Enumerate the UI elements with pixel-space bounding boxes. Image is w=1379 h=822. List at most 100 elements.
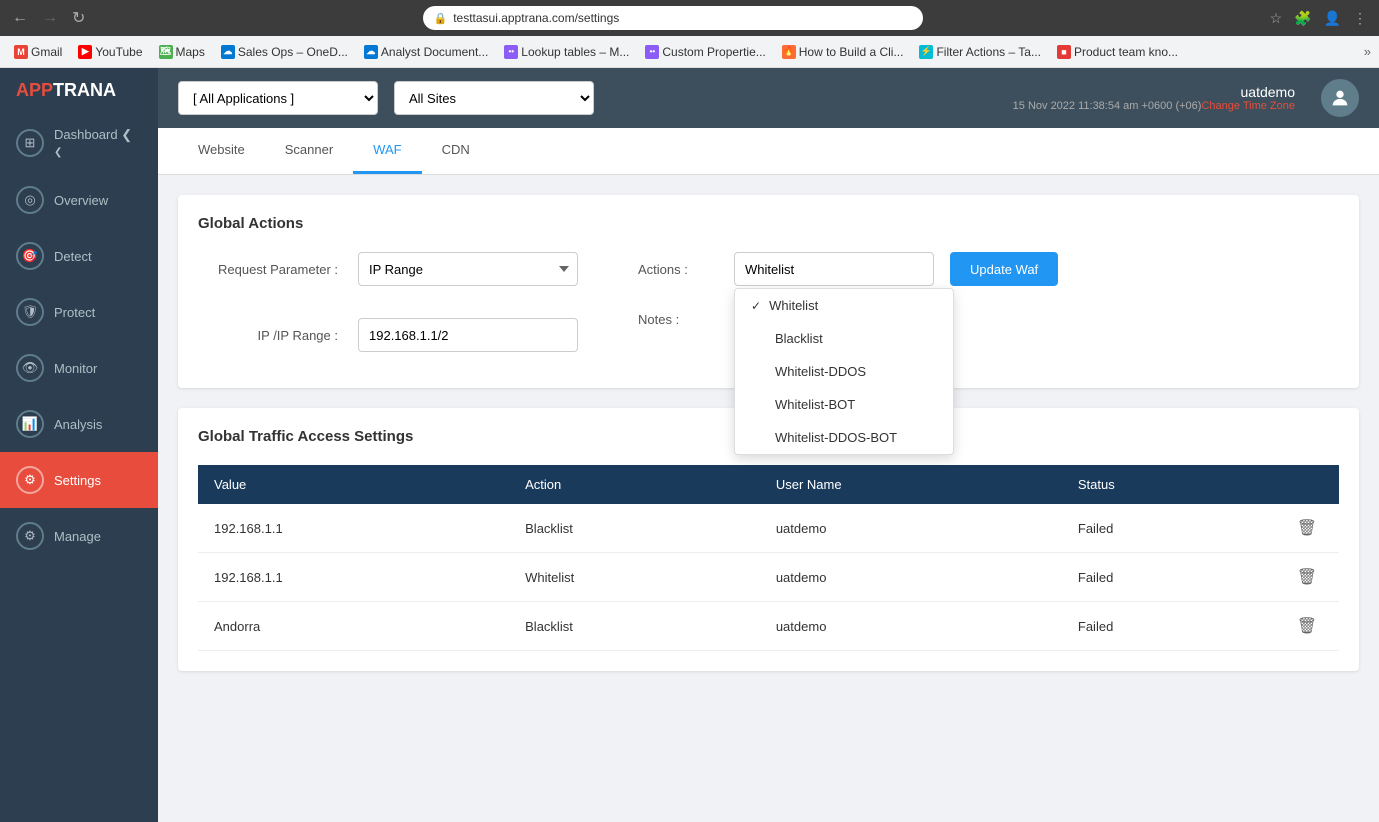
menu-icon[interactable]: ⋮ bbox=[1349, 8, 1371, 29]
sidebar-item-dashboard[interactable]: ⊞ Dashboard ❮ bbox=[0, 113, 158, 172]
col-actions-header bbox=[1275, 465, 1339, 504]
request-param-select[interactable]: IP Range Country URL bbox=[358, 252, 578, 286]
bookmark-custom[interactable]: •• Custom Propertie... bbox=[639, 43, 771, 61]
bookmark-maps[interactable]: 🗺 Maps bbox=[153, 43, 211, 61]
actions-select-wrap: ✓ Whitelist Blacklist bbox=[734, 252, 934, 286]
site-select[interactable]: All Sites bbox=[394, 81, 594, 115]
detect-label: Detect bbox=[54, 249, 92, 264]
tab-scanner[interactable]: Scanner bbox=[265, 128, 353, 174]
global-actions-title: Global Actions bbox=[198, 215, 1339, 232]
sidebar: APPTRANA ⊞ Dashboard ❮ ◎ Overview 🎯 Dete… bbox=[0, 68, 158, 822]
dropdown-whitelist[interactable]: ✓ Whitelist bbox=[735, 289, 953, 322]
extensions-icon[interactable]: 🧩 bbox=[1290, 8, 1315, 29]
tab-website[interactable]: Website bbox=[178, 128, 265, 174]
back-button[interactable]: ← bbox=[8, 7, 32, 29]
row3-value: Andorra bbox=[198, 602, 509, 651]
monitor-icon: 👁 bbox=[16, 354, 44, 382]
row1-action: Blacklist bbox=[509, 504, 760, 553]
request-param-label: Request Parameter : bbox=[198, 262, 338, 277]
sidebar-item-manage[interactable]: ⚙ Manage bbox=[0, 508, 158, 564]
sidebar-item-monitor[interactable]: 👁 Monitor bbox=[0, 340, 158, 396]
row3-delete-cell: 🗑 bbox=[1275, 602, 1339, 651]
bookmark-analyst[interactable]: ☁ Analyst Document... bbox=[358, 43, 494, 61]
bookmark-filter[interactable]: ⚡ Filter Actions – Ta... bbox=[913, 43, 1047, 61]
tabs-bar: Website Scanner WAF CDN bbox=[158, 128, 1379, 175]
browser-chrome: ← → ↻ 🔒 testtasui.apptrana.com/settings … bbox=[0, 0, 1379, 36]
bookmark-howto[interactable]: 🔥 How to Build a Cli... bbox=[776, 43, 910, 61]
sidebar-item-analysis[interactable]: 📊 Analysis bbox=[0, 396, 158, 452]
lookup-favicon: •• bbox=[504, 45, 518, 59]
settings-icon: ⚙ bbox=[16, 466, 44, 494]
logo-app-text: APP bbox=[16, 80, 53, 100]
row2-delete-button[interactable]: 🗑 bbox=[1291, 565, 1323, 589]
address-bar[interactable]: 🔒 testtasui.apptrana.com/settings bbox=[423, 6, 923, 30]
app-header: [ All Applications ] All Sites uatdemo 1… bbox=[158, 68, 1379, 128]
sidebar-item-protect[interactable]: 🛡 Protect bbox=[0, 284, 158, 340]
global-actions-card: Global Actions Request Parameter : IP Ra… bbox=[178, 195, 1359, 388]
bookmarks-bar: M Gmail ▶ YouTube 🗺 Maps ☁ Sales Ops – O… bbox=[0, 36, 1379, 68]
row1-delete-button[interactable]: 🗑 bbox=[1291, 516, 1323, 540]
manage-label: Manage bbox=[54, 529, 101, 544]
app-logo: APPTRANA bbox=[0, 68, 158, 113]
tab-cdn[interactable]: CDN bbox=[422, 128, 490, 174]
sidebar-item-overview[interactable]: ◎ Overview bbox=[0, 172, 158, 228]
traffic-table-container: Value Action User Name Status 192.168.1.… bbox=[198, 465, 1339, 651]
table-row: 192.168.1.1 Whitelist uatdemo Failed 🗑 bbox=[198, 553, 1339, 602]
actions-row: Actions : ✓ Whitelist bbox=[638, 252, 1058, 286]
update-waf-button[interactable]: Update Waf bbox=[950, 252, 1058, 286]
header-user-info: uatdemo 15 Nov 2022 11:38:54 am +0600 (+… bbox=[1013, 84, 1295, 112]
bookmark-analyst-label: Analyst Document... bbox=[381, 45, 488, 59]
main-content: Global Actions Request Parameter : IP Ra… bbox=[158, 175, 1379, 822]
check-icon: ✓ bbox=[751, 299, 761, 313]
sidebar-item-detect[interactable]: 🎯 Detect bbox=[0, 228, 158, 284]
reload-button[interactable]: ↻ bbox=[68, 6, 89, 30]
row2-delete-cell: 🗑 bbox=[1275, 553, 1339, 602]
form-right: Actions : ✓ Whitelist bbox=[638, 252, 1058, 336]
dropdown-whitelist-bot[interactable]: Whitelist-BOT bbox=[735, 388, 953, 421]
change-timezone-link[interactable]: Change Time Zone bbox=[1201, 100, 1295, 112]
browser-actions: ☆ 🧩 👤 ⋮ bbox=[1266, 8, 1371, 29]
dashboard-label: Dashboard ❮ bbox=[54, 127, 142, 158]
dropdown-blacklist[interactable]: Blacklist bbox=[735, 322, 953, 355]
ip-range-input[interactable] bbox=[358, 318, 578, 352]
dropdown-whitelist-ddos-bot[interactable]: Whitelist-DDOS-BOT bbox=[735, 421, 953, 454]
col-action: Action bbox=[509, 465, 760, 504]
bookmark-filter-label: Filter Actions – Ta... bbox=[936, 45, 1041, 59]
bookmark-salesops[interactable]: ☁ Sales Ops – OneD... bbox=[215, 43, 354, 61]
youtube-favicon: ▶ bbox=[78, 45, 92, 59]
bookmark-youtube[interactable]: ▶ YouTube bbox=[72, 43, 148, 61]
howto-favicon: 🔥 bbox=[782, 45, 796, 59]
overview-icon: ◎ bbox=[16, 186, 44, 214]
forward-button[interactable]: → bbox=[38, 7, 62, 29]
sidebar-nav: ⊞ Dashboard ❮ ◎ Overview 🎯 Detect 🛡 Prot… bbox=[0, 113, 158, 822]
bookmark-gmail-label: Gmail bbox=[31, 45, 62, 59]
row1-user: uatdemo bbox=[760, 504, 1062, 553]
notes-label: Notes : bbox=[638, 312, 718, 327]
actions-dropdown: ✓ Whitelist Blacklist bbox=[734, 288, 954, 455]
dropdown-whitelist-ddos[interactable]: Whitelist-DDOS bbox=[735, 355, 953, 388]
form-actions-row: Request Parameter : IP Range Country URL… bbox=[198, 252, 1339, 368]
row2-status: Failed bbox=[1062, 553, 1275, 602]
user-avatar[interactable] bbox=[1321, 79, 1359, 117]
sidebar-item-settings[interactable]: ⚙ Settings bbox=[0, 452, 158, 508]
col-status: Status bbox=[1062, 465, 1275, 504]
overview-label: Overview bbox=[54, 193, 108, 208]
actions-input[interactable] bbox=[734, 252, 934, 286]
salesops-favicon: ☁ bbox=[221, 45, 235, 59]
tab-waf[interactable]: WAF bbox=[353, 128, 421, 174]
row3-delete-button[interactable]: 🗑 bbox=[1291, 614, 1323, 638]
bookmarks-more[interactable]: » bbox=[1364, 44, 1371, 59]
col-value: Value bbox=[198, 465, 509, 504]
bookmark-lookup-label: Lookup tables – M... bbox=[521, 45, 629, 59]
analysis-label: Analysis bbox=[54, 417, 102, 432]
profile-icon[interactable]: 👤 bbox=[1320, 8, 1345, 29]
logo-trana-text: TRANA bbox=[53, 80, 116, 100]
bookmark-icon[interactable]: ☆ bbox=[1266, 8, 1287, 29]
bookmark-gmail[interactable]: M Gmail bbox=[8, 43, 68, 61]
product-favicon: ■ bbox=[1057, 45, 1071, 59]
app-select[interactable]: [ All Applications ] bbox=[178, 81, 378, 115]
bookmark-lookup[interactable]: •• Lookup tables – M... bbox=[498, 43, 635, 61]
lock-icon: 🔒 bbox=[433, 12, 447, 25]
bookmark-product[interactable]: ■ Product team kno... bbox=[1051, 43, 1184, 61]
bookmark-maps-label: Maps bbox=[176, 45, 205, 59]
